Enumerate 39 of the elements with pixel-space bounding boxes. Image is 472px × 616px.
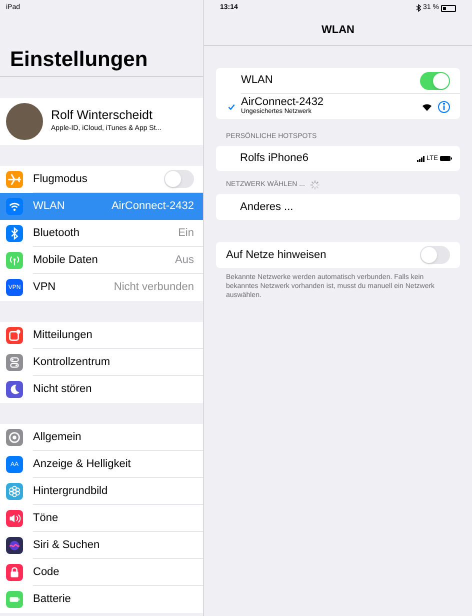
row-label: Flugmodus (33, 172, 88, 187)
info-icon[interactable] (438, 100, 450, 112)
row-label: Nicht stören (33, 382, 93, 398)
wifi-icon (422, 102, 432, 110)
row-label: Allgemein (33, 430, 82, 445)
row-value: AirConnect-2432 (111, 199, 194, 214)
toggle-switch[interactable] (420, 246, 450, 264)
row-label: Auf Netze hinweisen (226, 248, 328, 263)
loading-spinner-icon (310, 180, 320, 190)
row-label: Mobile Daten (33, 252, 99, 268)
avatar (6, 103, 43, 140)
network-name: AirConnect-2432 (241, 96, 325, 108)
row-label: Kontrollzentrum (33, 354, 112, 370)
row-label: Bluetooth (33, 226, 80, 241)
network-row[interactable]: Anderes ... (216, 194, 460, 220)
row-value: Aus (175, 252, 194, 268)
signal-bars-icon (416, 156, 425, 162)
row-label: WLAN (33, 199, 66, 214)
battery-icon (440, 156, 452, 161)
page-title: Einstellungen (10, 49, 148, 70)
row-label: Siri & Suchen (33, 538, 101, 553)
profile-name: Rolf Winterscheidt (51, 108, 154, 124)
row-label: Töne (33, 510, 60, 526)
nav-title: WLAN (322, 23, 354, 38)
toggle-switch[interactable] (164, 170, 194, 188)
row-label: VPN (33, 280, 57, 296)
bluetooth-icon (416, 4, 422, 12)
toggle-switch[interactable] (420, 72, 450, 90)
row-label: WLAN (241, 73, 274, 88)
row-label: Mitteilungen (33, 328, 94, 343)
row-label: Hintergrundbild (33, 484, 109, 499)
network-name: Anderes ... (240, 200, 294, 215)
row-value: Nicht verbunden (114, 280, 194, 296)
hotspot-name: Rolfs iPhone6 (240, 151, 310, 166)
row-label: Batterie (33, 592, 72, 608)
row-value: Ein (178, 226, 194, 241)
battery-icon (441, 4, 456, 12)
row-label: Anzeige & Helligkeit (33, 456, 132, 472)
row-label: Code (33, 564, 60, 580)
